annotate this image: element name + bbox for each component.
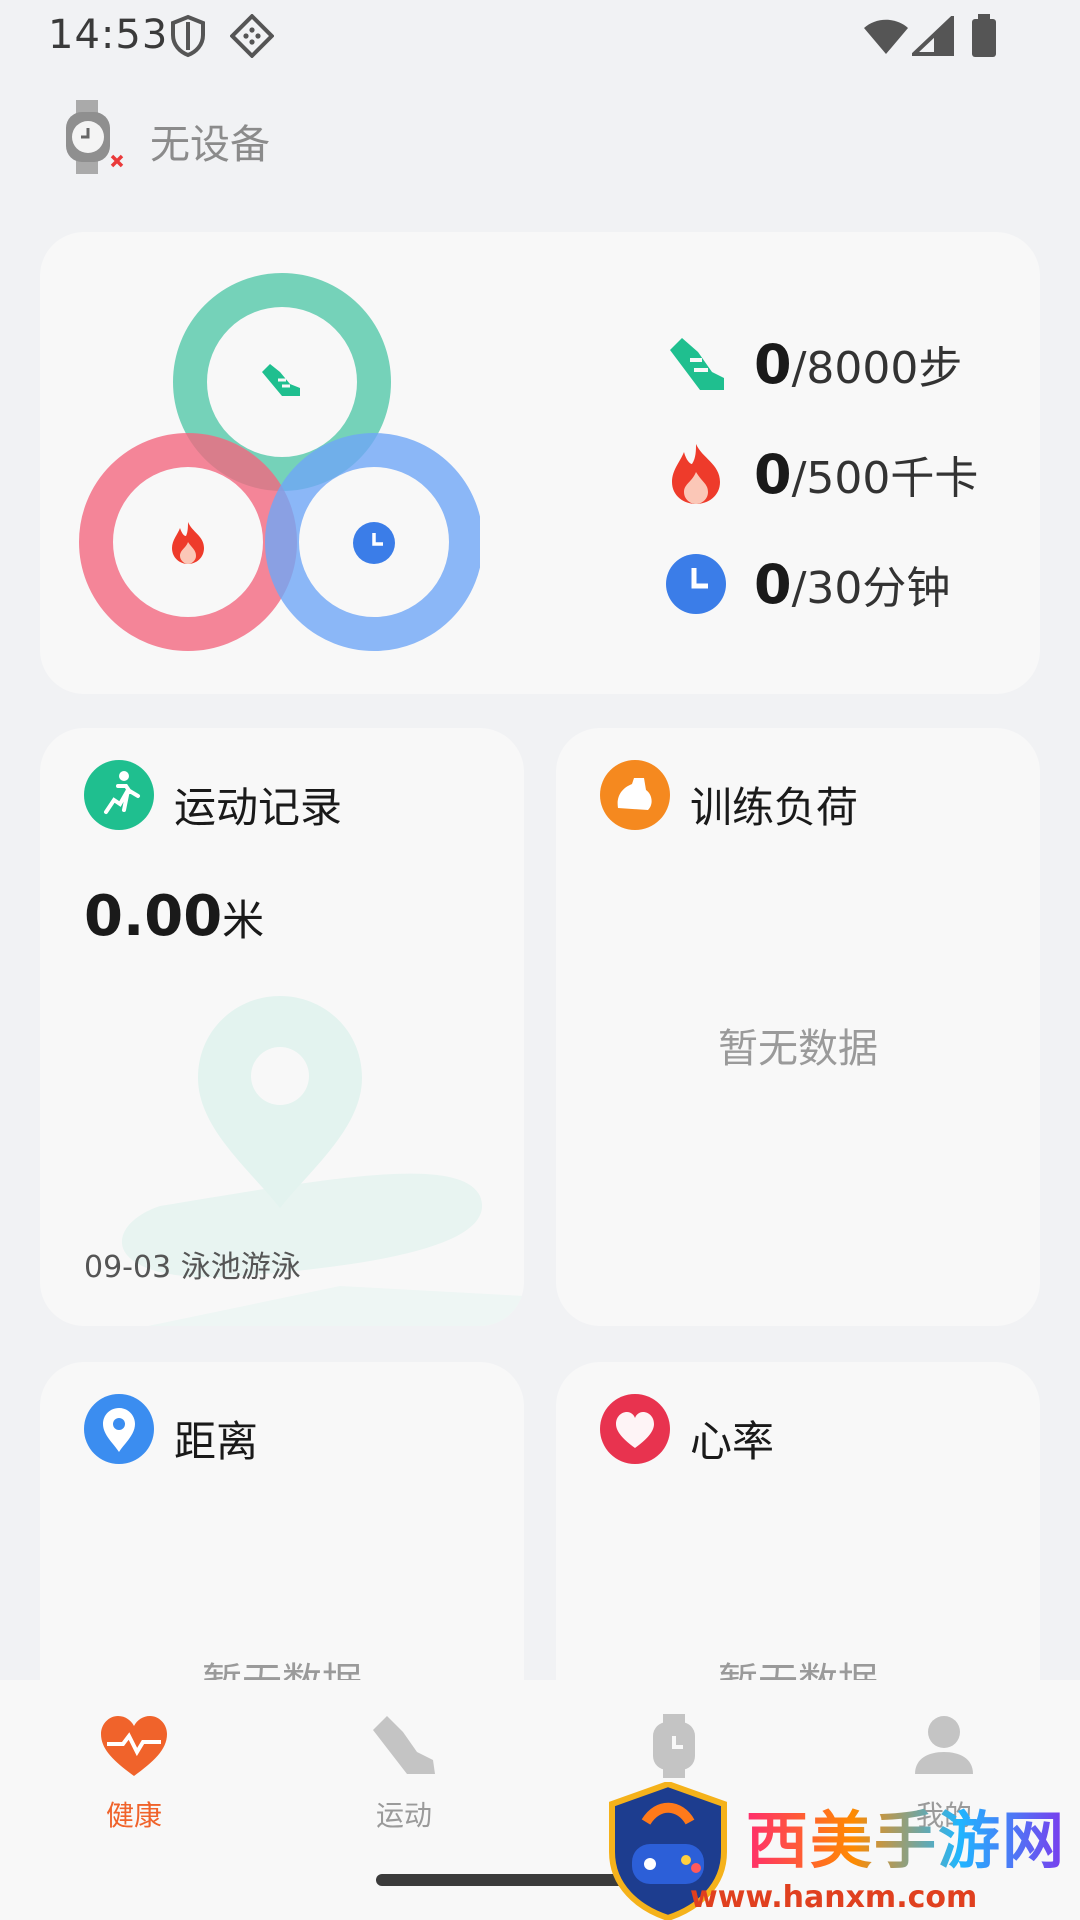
heart-rate-title: 心率 <box>690 1417 775 1466</box>
running-icon <box>84 760 154 830</box>
training-load-icon <box>600 760 670 830</box>
nav-health[interactable]: 健康 <box>54 1710 214 1832</box>
shield-icon <box>171 14 205 58</box>
training-load-title: 训练负荷 <box>690 783 859 832</box>
training-load-card[interactable]: 训练负荷 暂无数据 <box>556 728 1040 1326</box>
device-status[interactable]: 无设备 <box>60 96 560 178</box>
nav-exercise[interactable]: 运动 <box>324 1710 484 1832</box>
ring-flame-icon <box>172 522 204 564</box>
training-load-empty: 暂无数据 <box>718 1026 878 1072</box>
calories-target: /500千卡 <box>791 453 979 504</box>
steps-target: /8000步 <box>791 343 963 394</box>
watermark-url: www.hanxm.com <box>690 1880 978 1915</box>
exercise-distance-unit: 米 <box>222 896 265 945</box>
calories-current: 0 <box>754 443 792 506</box>
profile-icon <box>915 1716 973 1774</box>
flame-icon <box>672 444 720 504</box>
wifi-icon <box>864 19 908 54</box>
activity-rings-card[interactable]: 0/8000步 0/500千卡 0/30分钟 <box>40 232 1040 694</box>
nav-health-label: 健康 <box>105 1799 162 1832</box>
heart-icon <box>600 1394 670 1464</box>
last-exercise-record: 09-03 泳池游泳 <box>84 1250 301 1285</box>
status-bar: 14:53 <box>0 0 1080 72</box>
battery-icon <box>972 14 996 57</box>
clock-icon <box>666 554 726 614</box>
steps-current: 0 <box>754 333 792 396</box>
duration-current: 0 <box>754 553 792 616</box>
goal-duration[interactable]: 0/30分钟 <box>664 548 1024 620</box>
watch-disconnected-icon <box>66 100 124 174</box>
apps-icon <box>230 14 274 58</box>
activity-rings <box>79 273 480 651</box>
device-label: 无设备 <box>150 122 270 168</box>
ring-shoe-icon <box>262 364 300 396</box>
nav-exercise-label: 运动 <box>375 1799 432 1832</box>
heart-rate-card[interactable]: 心率 暂无数据 <box>556 1362 1040 1722</box>
exercise-record-card[interactable]: 运动记录 0.00米 09-03 泳池游泳 <box>40 728 524 1326</box>
watermark-title: 西美手游网 <box>746 1790 1066 1880</box>
ring-clock-icon <box>353 522 395 564</box>
exercise-record-title: 运动记录 <box>174 783 343 832</box>
health-heart-icon <box>101 1716 167 1776</box>
distance-title: 距离 <box>174 1417 259 1466</box>
shoe-icon <box>670 338 724 390</box>
goal-calories[interactable]: 0/500千卡 <box>664 438 1024 510</box>
distance-card[interactable]: 距离 暂无数据 <box>40 1362 524 1722</box>
duration-target: /30分钟 <box>791 563 951 614</box>
shoe-nav-icon <box>373 1716 435 1774</box>
signal-icon <box>912 16 954 56</box>
goal-steps[interactable]: 0/8000步 <box>664 328 1024 400</box>
status-time: 14:53 <box>48 12 169 58</box>
exercise-distance-value: 0.00 <box>84 884 223 949</box>
location-pin-icon <box>84 1394 154 1464</box>
watch-nav-icon <box>653 1714 695 1778</box>
